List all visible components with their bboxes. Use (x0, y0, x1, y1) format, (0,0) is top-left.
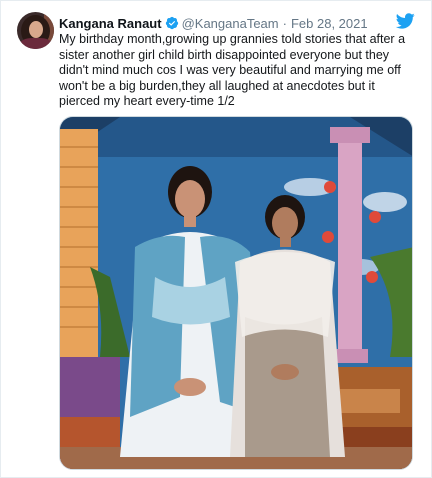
tweet-date[interactable]: Feb 28, 2021 (291, 16, 368, 31)
tweet-card[interactable]: Kangana Ranaut @KanganaTeam · Feb 28, 20… (0, 0, 432, 478)
verified-badge-icon (165, 16, 179, 30)
author-name[interactable]: Kangana Ranaut (59, 16, 162, 31)
tweet-photo[interactable] (59, 116, 413, 470)
author-avatar[interactable] (17, 12, 54, 49)
author-handle[interactable]: @KanganaTeam (182, 16, 279, 31)
header-separator: · (282, 15, 287, 31)
twitter-bird-icon[interactable] (395, 11, 415, 31)
tweet-text: My birthday month,growing up grannies to… (59, 32, 406, 109)
tweet-header: Kangana Ranaut @KanganaTeam · Feb 28, 20… (59, 14, 368, 32)
